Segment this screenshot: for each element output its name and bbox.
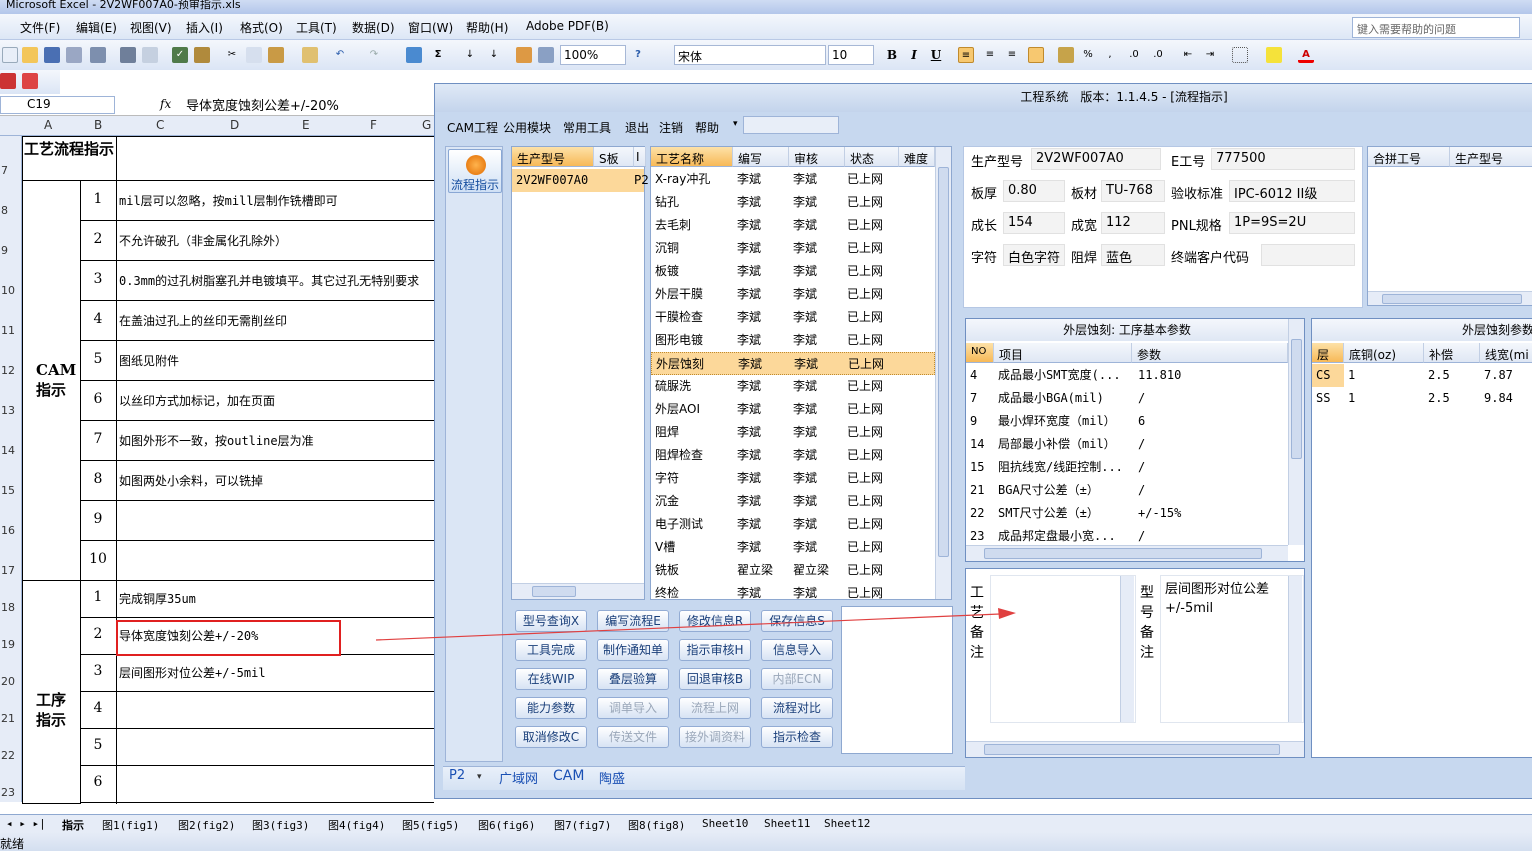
- annotation-arrow: [375, 608, 1016, 641]
